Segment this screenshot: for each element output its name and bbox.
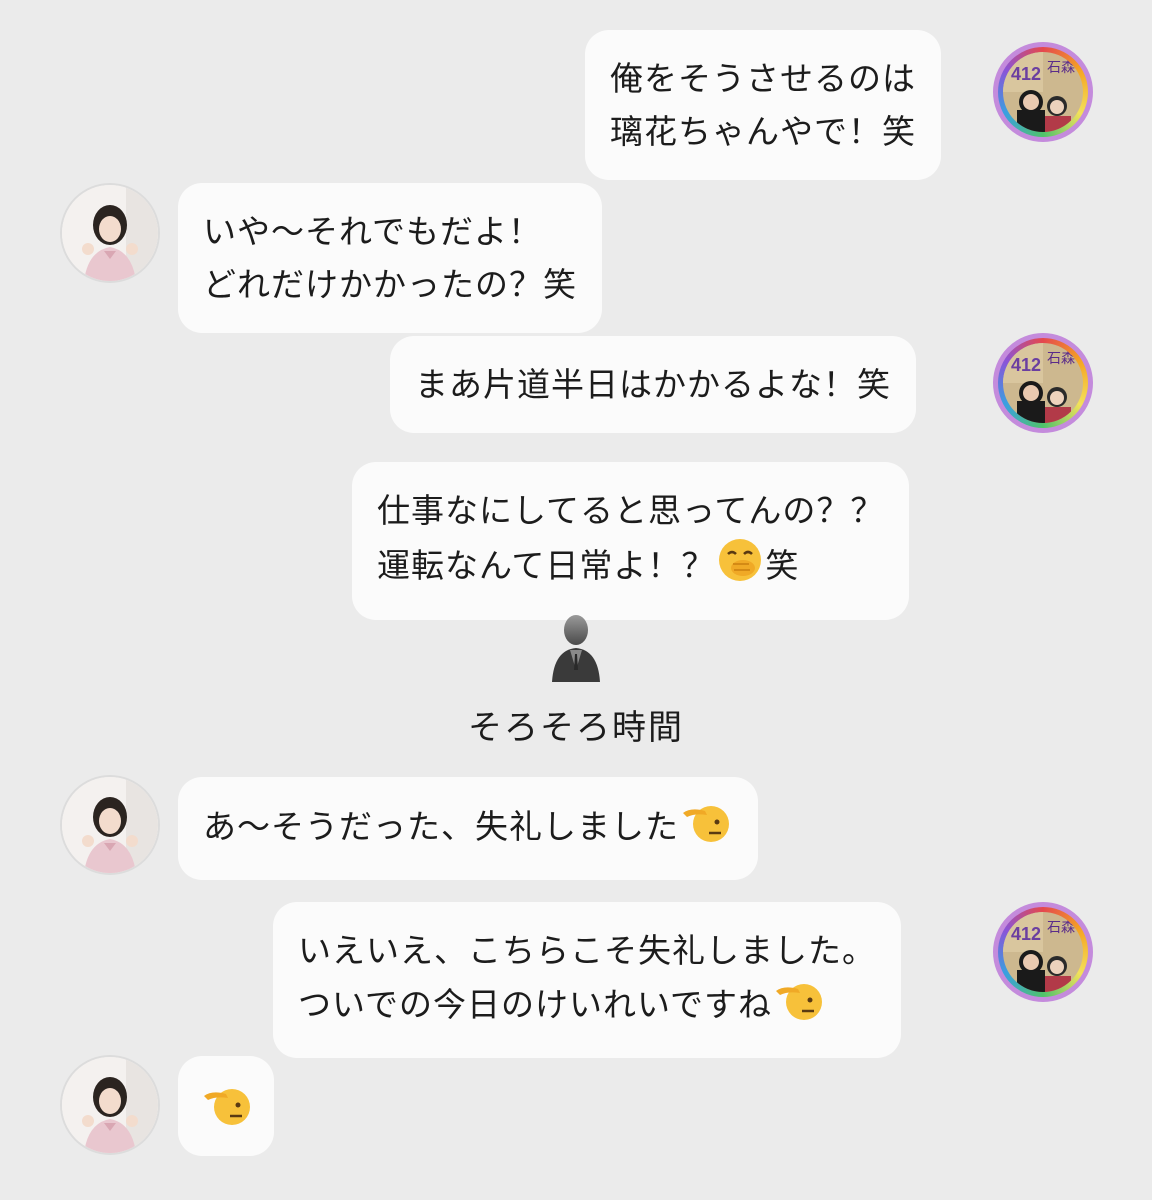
message-line: あ〜そうだった、失礼しました bbox=[203, 799, 733, 858]
user-avatar-photo: 412 石森 bbox=[1003, 343, 1083, 423]
message-line-text: 笑 bbox=[765, 546, 800, 585]
saluting-face-emoji bbox=[681, 799, 731, 858]
svg-text:412: 412 bbox=[1011, 924, 1041, 944]
svg-text:412: 412 bbox=[1011, 355, 1041, 375]
message-line: ついでの今日のけいれいですね bbox=[298, 977, 876, 1036]
user-avatar[interactable]: 412 石森 bbox=[993, 333, 1093, 433]
idol-avatar[interactable] bbox=[60, 1055, 160, 1155]
message-line-text: あ〜そうだった、失礼しました bbox=[203, 807, 679, 846]
svg-text:412: 412 bbox=[1011, 64, 1041, 84]
message-line: 仕事なにしてると思ってんの？？ bbox=[377, 491, 885, 530]
idol-avatar-photo bbox=[62, 777, 158, 873]
saluting-face-emoji bbox=[202, 1082, 252, 1141]
message-bubble-user-1[interactable]: 俺をそうさせるのは 璃花ちゃんやで！笑 bbox=[585, 30, 941, 180]
saluting-face-emoji bbox=[774, 977, 824, 1036]
user-avatar-photo: 412 石森 bbox=[1003, 52, 1083, 132]
message-bubble-user-3[interactable]: 仕事なにしてると思ってんの？？ 運転なんて日常よ！？ 笑 bbox=[352, 462, 910, 620]
message-line: いや〜それでもだよ！ bbox=[203, 212, 543, 251]
svg-text:石森: 石森 bbox=[1047, 920, 1075, 936]
message-line: どれだけかかったの？笑 bbox=[203, 265, 577, 304]
idol-avatar-photo bbox=[62, 185, 158, 281]
message-bubble-idol-2[interactable]: あ〜そうだった、失礼しました bbox=[178, 777, 758, 880]
idol-avatar[interactable] bbox=[60, 183, 160, 283]
message-line-text: 運転なんて日常よ！？ bbox=[377, 546, 716, 585]
message-line: 運転なんて日常よ！？ 笑 bbox=[377, 537, 884, 598]
user-avatar[interactable]: 412 石森 bbox=[993, 902, 1093, 1002]
message-line-text: ついでの今日のけいれいですね bbox=[298, 985, 773, 1024]
message-line: 璃花ちゃんやで！笑 bbox=[610, 112, 916, 151]
system-notice-text: そろそろ時間 bbox=[468, 708, 684, 748]
svg-text:石森: 石森 bbox=[1047, 60, 1075, 76]
user-avatar[interactable]: 412 石森 bbox=[993, 42, 1093, 142]
message-line: 俺をそうさせるのは bbox=[610, 59, 916, 98]
message-bubble-user-4[interactable]: いえいえ、こちらこそ失礼しました。 ついでの今日のけいれいですね bbox=[273, 902, 901, 1058]
message-line: いえいえ、こちらこそ失礼しました。 bbox=[298, 931, 876, 970]
svg-text:石森: 石森 bbox=[1047, 351, 1075, 367]
message-bubble-idol-1[interactable]: いや〜それでもだよ！ どれだけかかったの？笑 bbox=[178, 183, 602, 333]
idol-avatar-photo bbox=[62, 1057, 158, 1153]
user-avatar-photo: 412 石森 bbox=[1003, 912, 1083, 992]
message-bubble-user-2[interactable]: まあ片道半日はかかるよな！笑 bbox=[390, 336, 916, 433]
message-line: まあ片道半日はかかるよな！笑 bbox=[415, 365, 891, 404]
idol-avatar[interactable] bbox=[60, 775, 160, 875]
message-bubble-idol-3[interactable] bbox=[178, 1056, 274, 1156]
hand-over-mouth-emoji bbox=[717, 537, 763, 598]
person-silhouette-icon bbox=[548, 612, 604, 682]
